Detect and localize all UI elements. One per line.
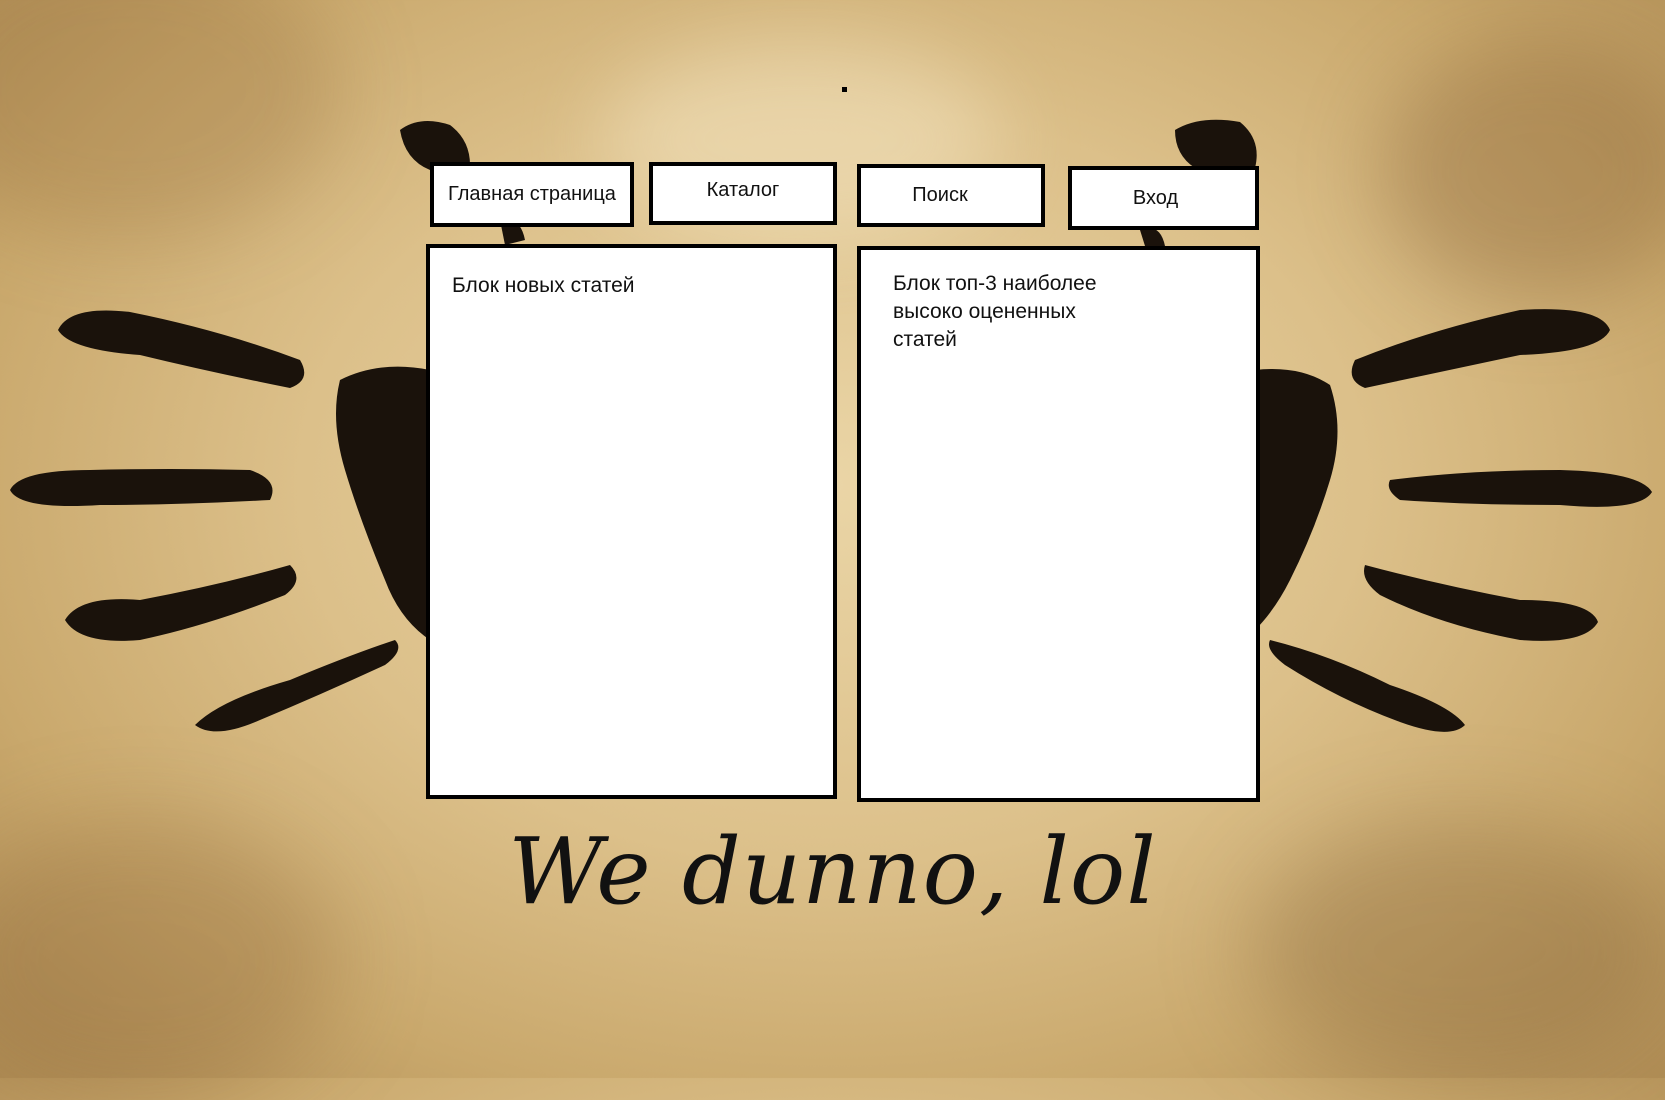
nav-search-label: Поиск: [912, 184, 968, 206]
nav-home-label: Главная страница: [448, 183, 616, 205]
nav-login-button[interactable]: Вход: [1068, 166, 1259, 230]
top-rated-label: Блок топ-3 наиболее высоко оцененных ста…: [893, 272, 1097, 351]
site-slogan: We dunno, lol: [508, 818, 1157, 925]
new-articles-panel: Блок новых статей: [426, 244, 837, 799]
nav-catalog-label: Каталог: [706, 179, 780, 201]
top-rated-panel: Блок топ-3 наиболее высоко оцененных ста…: [857, 246, 1260, 802]
new-articles-label: Блок новых статей: [452, 274, 635, 297]
nav-catalog-button[interactable]: Каталог: [649, 162, 837, 225]
nav-search-button[interactable]: Поиск: [857, 164, 1045, 227]
decorative-dot: [842, 87, 847, 92]
nav-login-label: Вход: [1132, 186, 1179, 209]
nav-home-button[interactable]: Главная страница: [430, 162, 634, 227]
